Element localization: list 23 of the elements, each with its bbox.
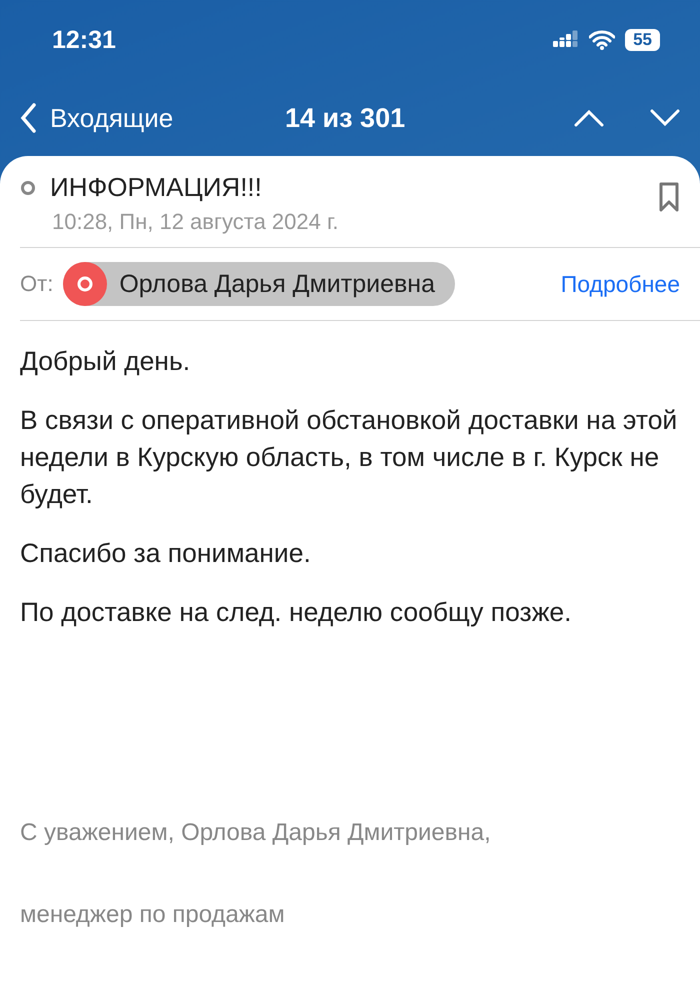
unread-dot-icon: [20, 180, 36, 196]
back-chevron-icon: [20, 103, 36, 133]
next-button[interactable]: [650, 109, 680, 127]
message-position: 14 из 301: [285, 102, 406, 134]
message-paragraph: В связи с оперативной обстановкой доставки на этой недели в Курскую область, в том числе в г. Курск не будет.: [20, 404, 678, 511]
message-subject: ИНФОРМАЦИЯ!!!: [50, 172, 262, 203]
battery-indicator: 55: [625, 29, 660, 51]
avatar-icon: [63, 262, 108, 306]
message-paragraph: Спасибо за понимание.: [20, 537, 312, 570]
signature-line: менеджер по продажам: [20, 901, 286, 929]
message-date: 10:28, Пн, 12 августа 2024 г.: [52, 209, 340, 235]
bookmark-icon[interactable]: [658, 182, 680, 212]
wifi-icon: [589, 30, 616, 50]
message-paragraph: По доставке на след. неделю сообщу позже.: [20, 596, 573, 629]
sender-chip[interactable]: Орлова Дарья Дмитриевна: [63, 262, 455, 306]
back-button[interactable]: Входящие: [20, 102, 285, 134]
signature-line: С уважением, Орлова Дарья Дмитриевна,: [20, 819, 492, 847]
message-paragraph: Добрый день.: [20, 345, 192, 378]
details-link[interactable]: Подробнее: [560, 270, 680, 298]
from-label: От:: [20, 271, 54, 297]
signal-icon: [553, 30, 580, 50]
previous-button[interactable]: [574, 109, 604, 127]
status-time: 12:31: [52, 26, 117, 54]
